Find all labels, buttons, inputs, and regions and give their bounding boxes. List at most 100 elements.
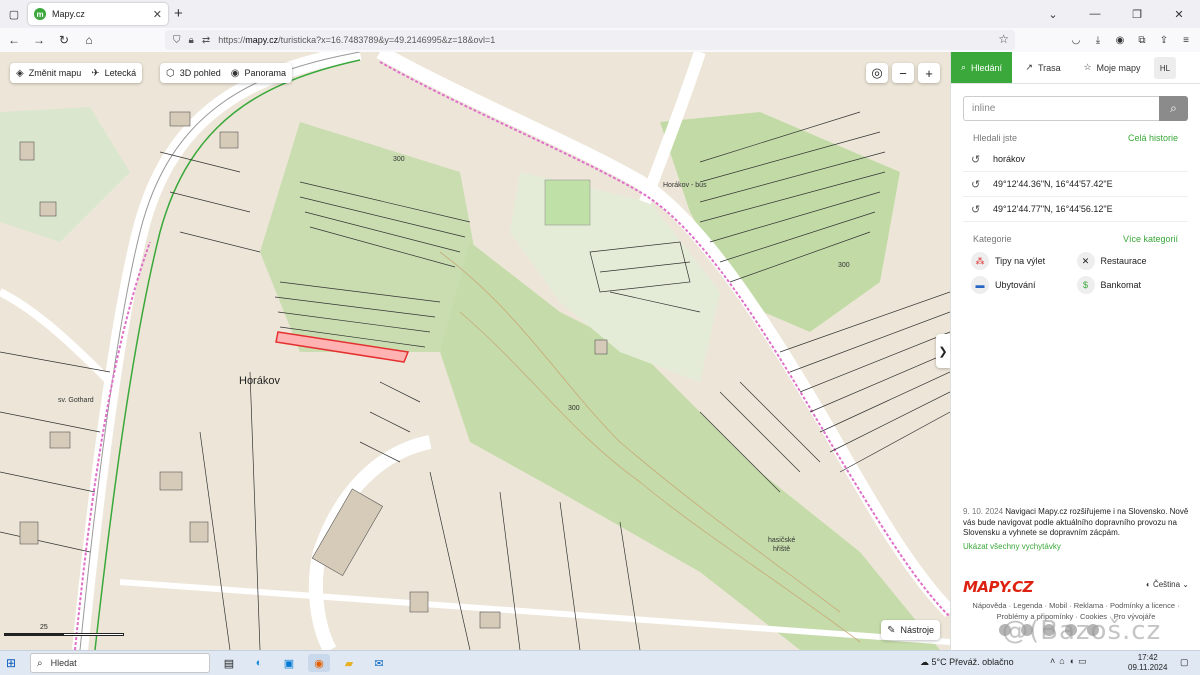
mapy-favicon-icon: m xyxy=(34,8,46,20)
taskbar-search-label: Hledat xyxy=(50,658,77,668)
language-select[interactable]: ◐ Čeština ⌄ xyxy=(1146,580,1189,589)
tray-expand-icon[interactable]: ˄ xyxy=(1050,656,1055,667)
restore-icon[interactable]: ❐ xyxy=(1116,0,1158,28)
windows-start-icon[interactable]: ⊞ xyxy=(6,656,16,670)
history-item-label: horákov xyxy=(993,154,1026,164)
map-graphic[interactable] xyxy=(0,52,950,650)
history-item-label: 49°12'44.36"N, 16°44'57.42"E xyxy=(993,179,1113,189)
change-map-button[interactable]: ◈ Změnit mapu ✈ Letecká xyxy=(10,63,143,83)
category-accommodation[interactable]: ▬ Ubytování xyxy=(971,276,1077,294)
category-label: Bankomat xyxy=(1100,280,1142,290)
category-trips[interactable]: ⁂ Tipy na výlet xyxy=(971,252,1077,270)
store-icon[interactable]: ▣ xyxy=(278,654,300,672)
clock-date: 09.11.2024 xyxy=(1128,663,1168,672)
taskbar-clock[interactable]: 17:42 09.11.2024 xyxy=(1128,653,1167,673)
pocket-icon[interactable]: ◡ xyxy=(1068,30,1084,50)
panel-tabs: ⌕ Hledání ↗ Trasa ☆ Moje mapy HL xyxy=(951,52,1200,84)
weather-widget[interactable]: ☁ 5°C Převáž. oblačno xyxy=(920,657,1014,668)
tools-button[interactable]: ✎ Nástroje xyxy=(881,620,940,640)
view-options-button[interactable]: ⬡ 3D pohled ◉ Panorama xyxy=(160,63,293,83)
tab-search-label: Hledání xyxy=(971,62,1003,73)
network-icon[interactable]: ⌂ xyxy=(1059,656,1064,667)
window-controls: ⌄ — ❐ ✕ xyxy=(1032,0,1200,28)
browser-nav-bar: ← → ↻ ⌂ ⛉ 🔒︎ ⇄ https://mapy.cz/turistick… xyxy=(0,28,1200,52)
tab-search[interactable]: ⌕ Hledání xyxy=(951,52,1012,83)
history-header: Hledali jste Celá historie xyxy=(963,125,1188,147)
clock-time: 17:42 xyxy=(1137,653,1158,662)
forward-icon[interactable]: → xyxy=(28,29,50,51)
file-explorer-icon[interactable]: ▰ xyxy=(338,654,360,672)
downloads-icon[interactable]: ⤓ xyxy=(1090,30,1106,50)
tab-title: Mapy.cz xyxy=(52,9,85,19)
search-icon: ⌕ xyxy=(37,657,43,669)
taskbar-search[interactable]: ⌕ Hledat xyxy=(30,653,210,673)
search-button[interactable]: ⌕ xyxy=(1159,96,1188,121)
url-text: https://mapy.cz/turisticka?x=16.7483789&… xyxy=(218,35,496,45)
menu-icon[interactable]: ≡ xyxy=(1178,30,1194,50)
history-item[interactable]: ↺ horákov xyxy=(963,147,1188,172)
bed-icon: ▬ xyxy=(971,276,989,294)
footer-links-line1[interactable]: Nápověda · Legenda · Mobil · Reklama · P… xyxy=(961,600,1191,611)
category-restaurants[interactable]: ✕ Restaurace xyxy=(1076,252,1183,270)
panel-toggle-button[interactable]: ❯ xyxy=(936,334,950,368)
extensions-icon[interactable]: ⧉ xyxy=(1134,30,1150,50)
share-icon[interactable]: ⇪ xyxy=(1156,30,1172,50)
history-item[interactable]: ↺ 49°12'44.36"N, 16°44'57.42"E xyxy=(963,172,1188,197)
mail-icon[interactable]: ✉ xyxy=(368,654,390,672)
shield-icon[interactable]: ⛉ xyxy=(173,35,181,46)
lock-icon[interactable]: 🔒︎ xyxy=(189,35,194,46)
taskbar-apps: ▤ ◐ ▣ ◉ ▰ ✉ xyxy=(218,654,390,672)
category-atm[interactable]: $ Bankomat xyxy=(1076,276,1183,294)
map-scale: 25 xyxy=(4,624,124,636)
tab-list-icon[interactable]: ▢ xyxy=(2,2,26,26)
permissions-icon[interactable]: ⇄ xyxy=(202,35,210,46)
categories-more-link[interactable]: Více kategorií xyxy=(1123,234,1178,244)
minimize-icon[interactable]: — xyxy=(1074,0,1116,28)
home-icon[interactable]: ⌂ xyxy=(78,29,100,51)
eye-icon: ◉ xyxy=(230,67,240,79)
panorama-label[interactable]: Panorama xyxy=(245,68,287,78)
category-label: Ubytování xyxy=(995,280,1036,290)
aerial-label[interactable]: Letecká xyxy=(105,68,137,78)
zoom-out-button[interactable]: − xyxy=(892,63,914,83)
side-road xyxy=(0,288,113,385)
toolbar-icons: ◡ ⤓ ◉ ⧉ ⇪ ≡ xyxy=(1068,30,1194,50)
user-avatar[interactable]: HL xyxy=(1154,57,1176,79)
locate-icon[interactable]: ◎ xyxy=(866,63,888,83)
mapy-logo[interactable]: MAPY.CZ xyxy=(963,578,1034,596)
change-map-label: Změnit mapu xyxy=(28,68,82,78)
close-window-icon[interactable]: ✕ xyxy=(1158,0,1200,28)
new-tab-icon[interactable]: + xyxy=(174,5,183,22)
edge-icon[interactable]: ◐ xyxy=(248,654,270,672)
tab-route[interactable]: ↗ Trasa xyxy=(1012,52,1074,83)
bookmark-star-icon[interactable]: ☆ xyxy=(998,32,1009,46)
browser-tab-bar: ▢ m Mapy.cz ✕ + ⌄ — ❐ ✕ xyxy=(0,0,1200,28)
side-panel: ⌕ Hledání ↗ Trasa ☆ Moje mapy HL inline … xyxy=(950,52,1200,650)
tab-dropdown-icon[interactable]: ⌄ xyxy=(1032,0,1074,28)
history-all-link[interactable]: Celá historie xyxy=(1128,133,1178,143)
scale-label: 25 xyxy=(40,624,48,631)
volume-icon[interactable]: ◖ xyxy=(1069,656,1074,667)
browser-tab[interactable]: m Mapy.cz ✕ xyxy=(28,3,168,25)
url-bar[interactable]: ⛉ 🔒︎ ⇄ https://mapy.cz/turisticka?x=16.7… xyxy=(165,30,1015,50)
map-canvas[interactable]: ◈ Změnit mapu ✈ Letecká ⬡ 3D pohled ◉ Pa… xyxy=(0,52,950,650)
news-link[interactable]: Ukázat všechny vychytávky xyxy=(963,542,1193,553)
firefox-icon[interactable]: ◉ xyxy=(308,654,330,672)
categories-title: Kategorie xyxy=(973,234,1012,244)
battery-icon[interactable]: ▭ xyxy=(1078,656,1087,667)
back-icon[interactable]: ← xyxy=(3,29,25,51)
task-view-icon[interactable]: ▤ xyxy=(218,654,240,672)
star-icon: ☆ xyxy=(1083,62,1092,72)
history-item[interactable]: ↺ 49°12'44.77"N, 16°44'56.12"E xyxy=(963,197,1188,222)
view3d-label[interactable]: 3D pohled xyxy=(180,68,221,78)
account-icon[interactable]: ◉ xyxy=(1112,30,1128,50)
tab-my-maps[interactable]: ☆ Moje mapy xyxy=(1074,52,1150,83)
notifications-icon[interactable]: ▢ xyxy=(1180,657,1189,668)
language-label: Čeština xyxy=(1152,580,1181,589)
history-icon: ↺ xyxy=(971,203,981,216)
zoom-in-button[interactable]: + xyxy=(918,63,940,83)
reload-icon[interactable]: ↻ xyxy=(53,29,75,51)
close-tab-icon[interactable]: ✕ xyxy=(153,8,162,21)
search-input[interactable]: inline xyxy=(963,96,1159,121)
search-row: inline ⌕ xyxy=(963,96,1200,121)
